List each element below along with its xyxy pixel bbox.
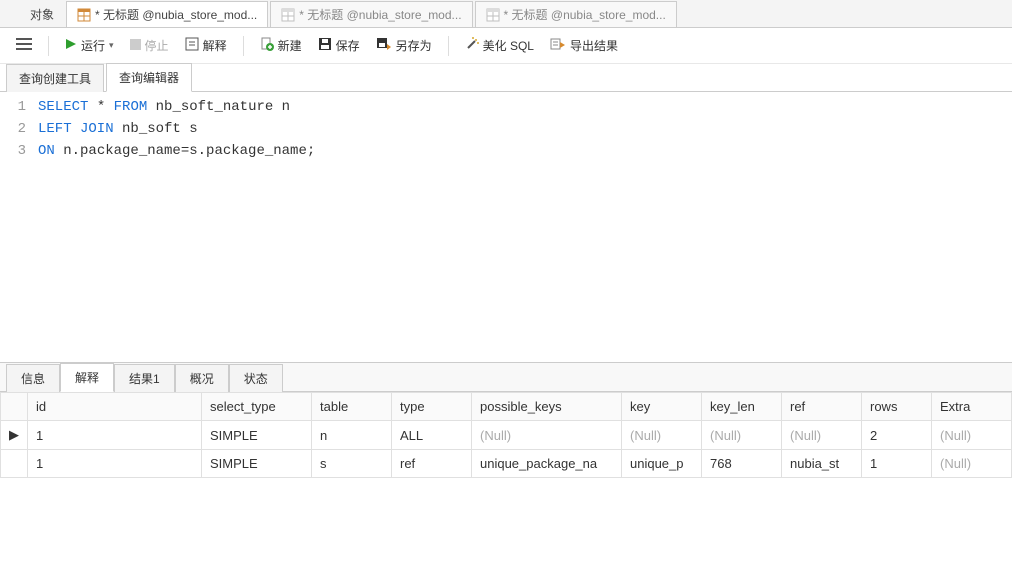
explain-grid: id select_type table type possible_keys … [0,392,1012,478]
beautify-label: 美化 SQL [483,37,534,54]
stop-button[interactable]: 停止 [124,33,175,58]
separator [48,36,49,56]
tab-label: * 无标题 @nubia_store_mod... [504,6,666,23]
cell[interactable]: unique_package_na [472,450,622,478]
line-number: 2 [0,118,38,140]
table-row[interactable]: ▶1SIMPLEnALL(Null)(Null)(Null)(Null)2(Nu… [1,421,1012,450]
run-button[interactable]: 运行 ▾ [59,33,120,58]
cell[interactable]: 1 [862,450,932,478]
col-header[interactable]: Extra [932,393,1012,421]
col-header[interactable]: key_len [702,393,782,421]
cell[interactable]: unique_p [622,450,702,478]
table-icon [281,8,295,22]
tab-overview[interactable]: 概况 [175,364,229,392]
menu-button[interactable] [10,33,38,58]
tab-result1[interactable]: 结果1 [114,364,175,392]
cell[interactable]: (Null) [472,421,622,450]
col-header[interactable]: id [28,393,202,421]
explain-button[interactable]: 解释 [179,33,233,58]
col-header[interactable]: select_type [202,393,312,421]
col-header[interactable]: ref [782,393,862,421]
cell[interactable]: 1 [28,450,202,478]
save-icon [318,37,332,54]
col-header[interactable]: rows [862,393,932,421]
stop-icon [130,39,141,53]
row-indicator-header [1,393,28,421]
tab-label: * 无标题 @nubia_store_mod... [299,6,461,23]
row-indicator [1,450,28,478]
saveas-icon [376,37,392,54]
stop-label: 停止 [145,37,169,54]
cell[interactable]: (Null) [932,450,1012,478]
new-icon [260,37,274,54]
tab-query-3[interactable]: * 无标题 @nubia_store_mod... [475,1,677,27]
cell[interactable]: n [312,421,392,450]
cell[interactable]: (Null) [622,421,702,450]
run-label: 运行 [81,37,105,54]
tab-label: * 无标题 @nubia_store_mod... [95,6,257,23]
tab-query-builder[interactable]: 查询创建工具 [6,64,104,92]
tab-query-active[interactable]: * 无标题 @nubia_store_mod... [66,1,268,27]
col-header[interactable]: key [622,393,702,421]
cell[interactable]: SIMPLE [202,421,312,450]
export-button[interactable]: 导出结果 [544,33,624,58]
cell[interactable]: 768 [702,450,782,478]
beautify-button[interactable]: 美化 SQL [459,33,540,58]
cell[interactable]: SIMPLE [202,450,312,478]
tab-query-2[interactable]: * 无标题 @nubia_store_mod... [270,1,472,27]
tab-explain[interactable]: 解释 [60,363,114,392]
window-tabs: 对象 * 无标题 @nubia_store_mod... * 无标题 @nubi… [0,0,1012,28]
table-icon [77,8,91,22]
col-header[interactable]: possible_keys [472,393,622,421]
new-button[interactable]: 新建 [254,33,308,58]
cell[interactable]: (Null) [782,421,862,450]
line-number: 3 [0,140,38,162]
cell[interactable]: ALL [392,421,472,450]
save-button[interactable]: 保存 [312,33,366,58]
cell[interactable]: (Null) [702,421,782,450]
cell[interactable]: ref [392,450,472,478]
tab-query-editor[interactable]: 查询编辑器 [106,63,192,92]
col-header[interactable]: type [392,393,472,421]
cell[interactable]: 1 [28,421,202,450]
tab-objects[interactable]: 对象 [20,1,64,27]
table-icon [486,8,500,22]
results-tabs: 信息 解释 结果1 概况 状态 [0,362,1012,392]
saveas-button[interactable]: 另存为 [370,33,438,58]
editor-tabs: 查询创建工具 查询编辑器 [0,64,1012,92]
line-number: 1 [0,96,38,118]
save-label: 保存 [336,37,360,54]
toolbar: 运行 ▾ 停止 解释 新建 保存 另存为 美化 SQL 导出结果 [0,28,1012,64]
explain-label: 解释 [203,37,227,54]
separator [448,36,449,56]
tab-status[interactable]: 状态 [229,364,283,392]
cell[interactable]: nubia_st [782,450,862,478]
export-icon [550,37,566,54]
wand-icon [465,37,479,54]
cell[interactable]: 2 [862,421,932,450]
cell[interactable]: s [312,450,392,478]
chevron-down-icon: ▾ [109,40,114,51]
saveas-label: 另存为 [396,37,432,54]
menu-icon [16,37,32,54]
play-icon [65,38,77,53]
col-header[interactable]: table [312,393,392,421]
cell[interactable]: (Null) [932,421,1012,450]
separator [243,36,244,56]
row-indicator: ▶ [1,421,28,450]
explain-icon [185,37,199,54]
new-label: 新建 [278,37,302,54]
sql-editor[interactable]: 1 SELECT * FROM nb_soft_nature n 2 LEFT … [0,92,1012,362]
tab-info[interactable]: 信息 [6,364,60,392]
table-row[interactable]: 1SIMPLEsrefunique_package_naunique_p768n… [1,450,1012,478]
export-label: 导出结果 [570,37,618,54]
